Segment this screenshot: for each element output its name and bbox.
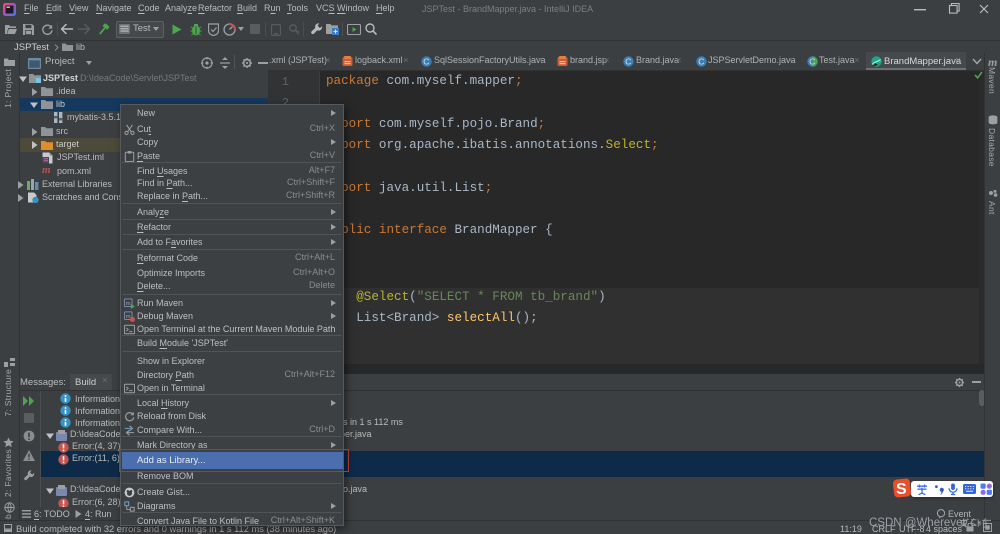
svg-text:C: C — [698, 57, 704, 67]
svg-text:m: m — [126, 301, 131, 307]
svg-text:S: S — [896, 481, 907, 498]
svg-text:C: C — [423, 57, 429, 67]
svg-text:C: C — [809, 57, 815, 67]
svg-text:C: C — [625, 57, 631, 67]
